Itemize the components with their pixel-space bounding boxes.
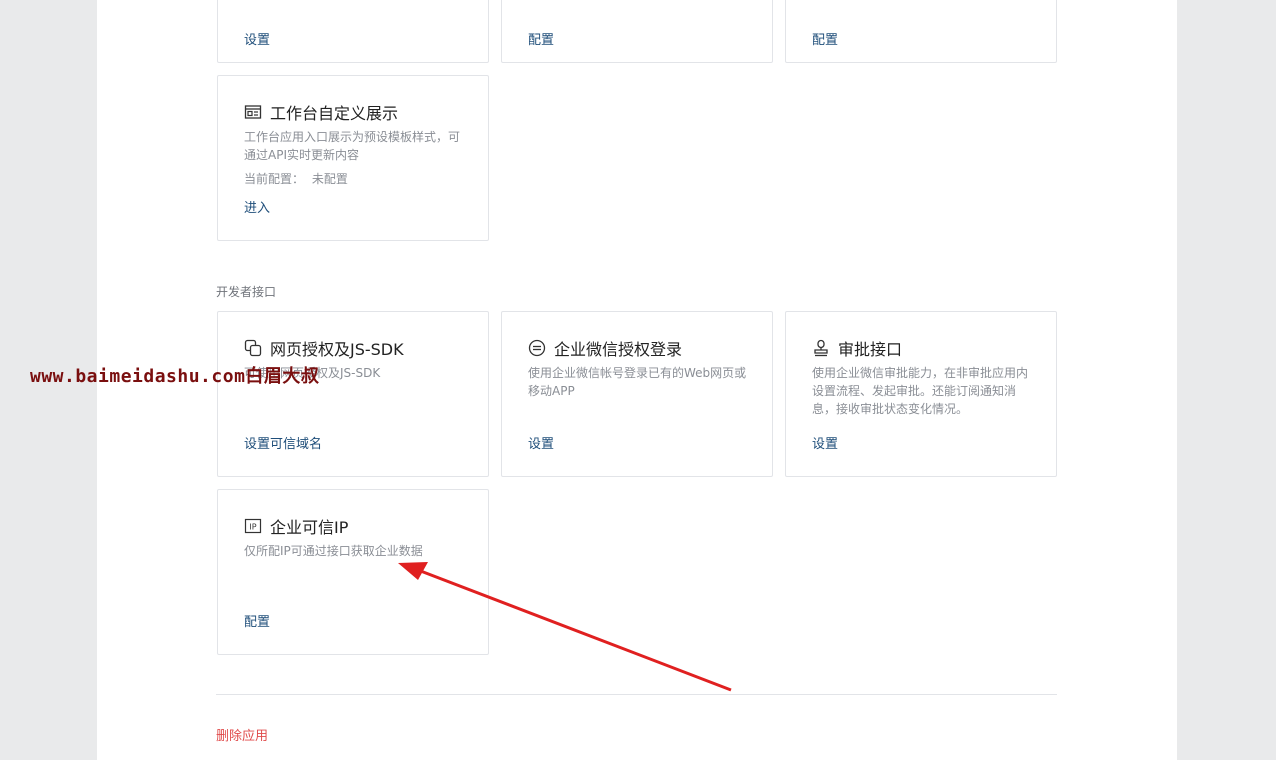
top-card-3: 配置 bbox=[785, 0, 1057, 63]
top-card-1-link[interactable]: 设置 bbox=[244, 29, 270, 48]
workbench-title-row: 工作台自定义展示 bbox=[244, 100, 398, 124]
divider bbox=[216, 694, 1057, 695]
workbench-title: 工作台自定义展示 bbox=[270, 104, 399, 123]
trusted-ip-link[interactable]: 配置 bbox=[244, 611, 270, 630]
approval-description: 使用企业微信审批能力，在非审批应用内设置流程、发起审批。还能订阅通知消息，接收审… bbox=[812, 366, 1029, 416]
watermark: www.baimeidashu.com白眉大叔 bbox=[30, 366, 320, 387]
api-card-jssdk: 网页授权及JS-SDK 可使用网页授权及JS-SDK 设置可信域名 bbox=[217, 311, 489, 477]
svg-text:IP: IP bbox=[249, 523, 256, 532]
workbench-card: 工作台自定义展示 工作台应用入口展示为预设模板样式，可通过API实时更新内容 当… bbox=[217, 75, 489, 241]
delete-app-link[interactable]: 删除应用 bbox=[216, 725, 268, 744]
workbench-description: 工作台应用入口展示为预设模板样式，可通过API实时更新内容 bbox=[244, 130, 461, 162]
section-title-developer-api: 开发者接口 bbox=[216, 285, 277, 299]
copy-squares-icon bbox=[244, 339, 262, 357]
top-card-2-link[interactable]: 配置 bbox=[528, 29, 554, 48]
api-card-wecom-login: 企业微信授权登录 使用企业微信帐号登录已有的Web网页或移动APP 设置 bbox=[501, 311, 773, 477]
wecom-login-link[interactable]: 设置 bbox=[528, 433, 554, 452]
trusted-ip-title-row: IP 企业可信IP bbox=[244, 514, 348, 538]
approval-title: 审批接口 bbox=[838, 340, 903, 359]
jssdk-link[interactable]: 设置可信域名 bbox=[244, 433, 322, 452]
wecom-login-title: 企业微信授权登录 bbox=[554, 340, 683, 359]
jssdk-title: 网页授权及JS-SDK bbox=[270, 340, 404, 359]
approval-title-row: 审批接口 bbox=[812, 336, 902, 360]
ip-icon: IP bbox=[244, 518, 262, 534]
trusted-ip-title: 企业可信IP bbox=[270, 518, 349, 537]
jssdk-title-row: 网页授权及JS-SDK bbox=[244, 336, 404, 360]
workbench-config: 当前配置： 未配置 bbox=[244, 170, 348, 187]
wecom-login-description: 使用企业微信帐号登录已有的Web网页或移动APP bbox=[528, 366, 747, 398]
stamp-icon bbox=[814, 339, 828, 357]
workbench-display-icon bbox=[244, 105, 262, 119]
circle-lines-icon bbox=[528, 339, 546, 357]
trusted-ip-description: 仅所配IP可通过接口获取企业数据 bbox=[244, 544, 423, 558]
top-card-1: 设置 bbox=[217, 0, 489, 63]
workbench-enter-link[interactable]: 进入 bbox=[244, 197, 270, 216]
api-card-approval: 审批接口 使用企业微信审批能力，在非审批应用内设置流程、发起审批。还能订阅通知消… bbox=[785, 311, 1057, 477]
workbench-config-label: 当前配置： bbox=[244, 172, 305, 186]
wecom-login-title-row: 企业微信授权登录 bbox=[528, 336, 682, 360]
top-card-3-link[interactable]: 配置 bbox=[812, 29, 838, 48]
top-card-2: 配置 bbox=[501, 0, 773, 63]
approval-link[interactable]: 设置 bbox=[812, 433, 838, 452]
workbench-config-value: 未配置 bbox=[311, 172, 348, 186]
trusted-ip-card: IP 企业可信IP 仅所配IP可通过接口获取企业数据 配置 bbox=[217, 489, 489, 655]
